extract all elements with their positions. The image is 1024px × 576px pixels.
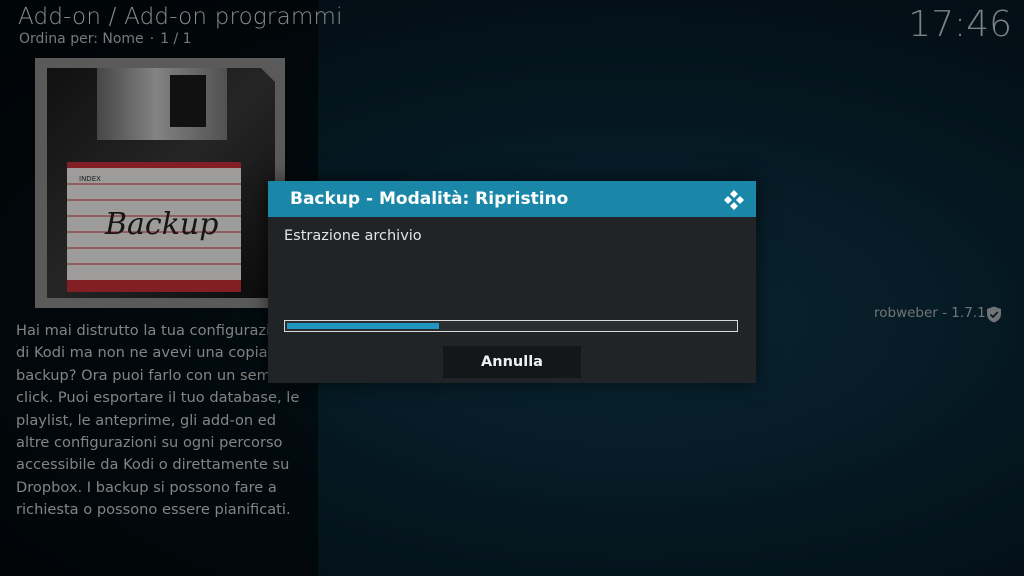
sort-label: Ordina per: Nome xyxy=(19,31,144,47)
kodi-icon xyxy=(724,190,744,210)
page-title: Add-on / Add-on programmi xyxy=(18,4,343,30)
dialog-header: Backup - Modalità: Ripristino xyxy=(268,181,756,217)
author-version: robweber - 1.7.1 xyxy=(874,305,986,321)
progress-bar xyxy=(284,320,738,332)
dialog-message: Estrazione archivio xyxy=(284,228,422,244)
clock: 17:46 xyxy=(908,4,1012,45)
page-count: 1 / 1 xyxy=(160,31,192,47)
floppy-disk-icon: INDEX Backup xyxy=(35,58,285,308)
dialog-title: Backup - Modalità: Ripristino xyxy=(290,189,569,209)
cancel-button[interactable]: Annulla xyxy=(443,346,581,378)
handwritten-backup: Backup xyxy=(104,207,218,242)
separator: · xyxy=(149,31,155,47)
sort-info[interactable]: Ordina per: Nome · 1 / 1 xyxy=(19,31,192,47)
index-label: INDEX xyxy=(79,175,101,183)
progress-dialog: Backup - Modalità: Ripristino Estrazione… xyxy=(268,181,756,383)
addon-description: Hai mai distrutto la tua configurazione … xyxy=(16,322,306,519)
addon-art-floppy: INDEX Backup xyxy=(35,58,285,308)
shield-check-icon xyxy=(987,306,1001,323)
progress-fill xyxy=(287,323,439,329)
